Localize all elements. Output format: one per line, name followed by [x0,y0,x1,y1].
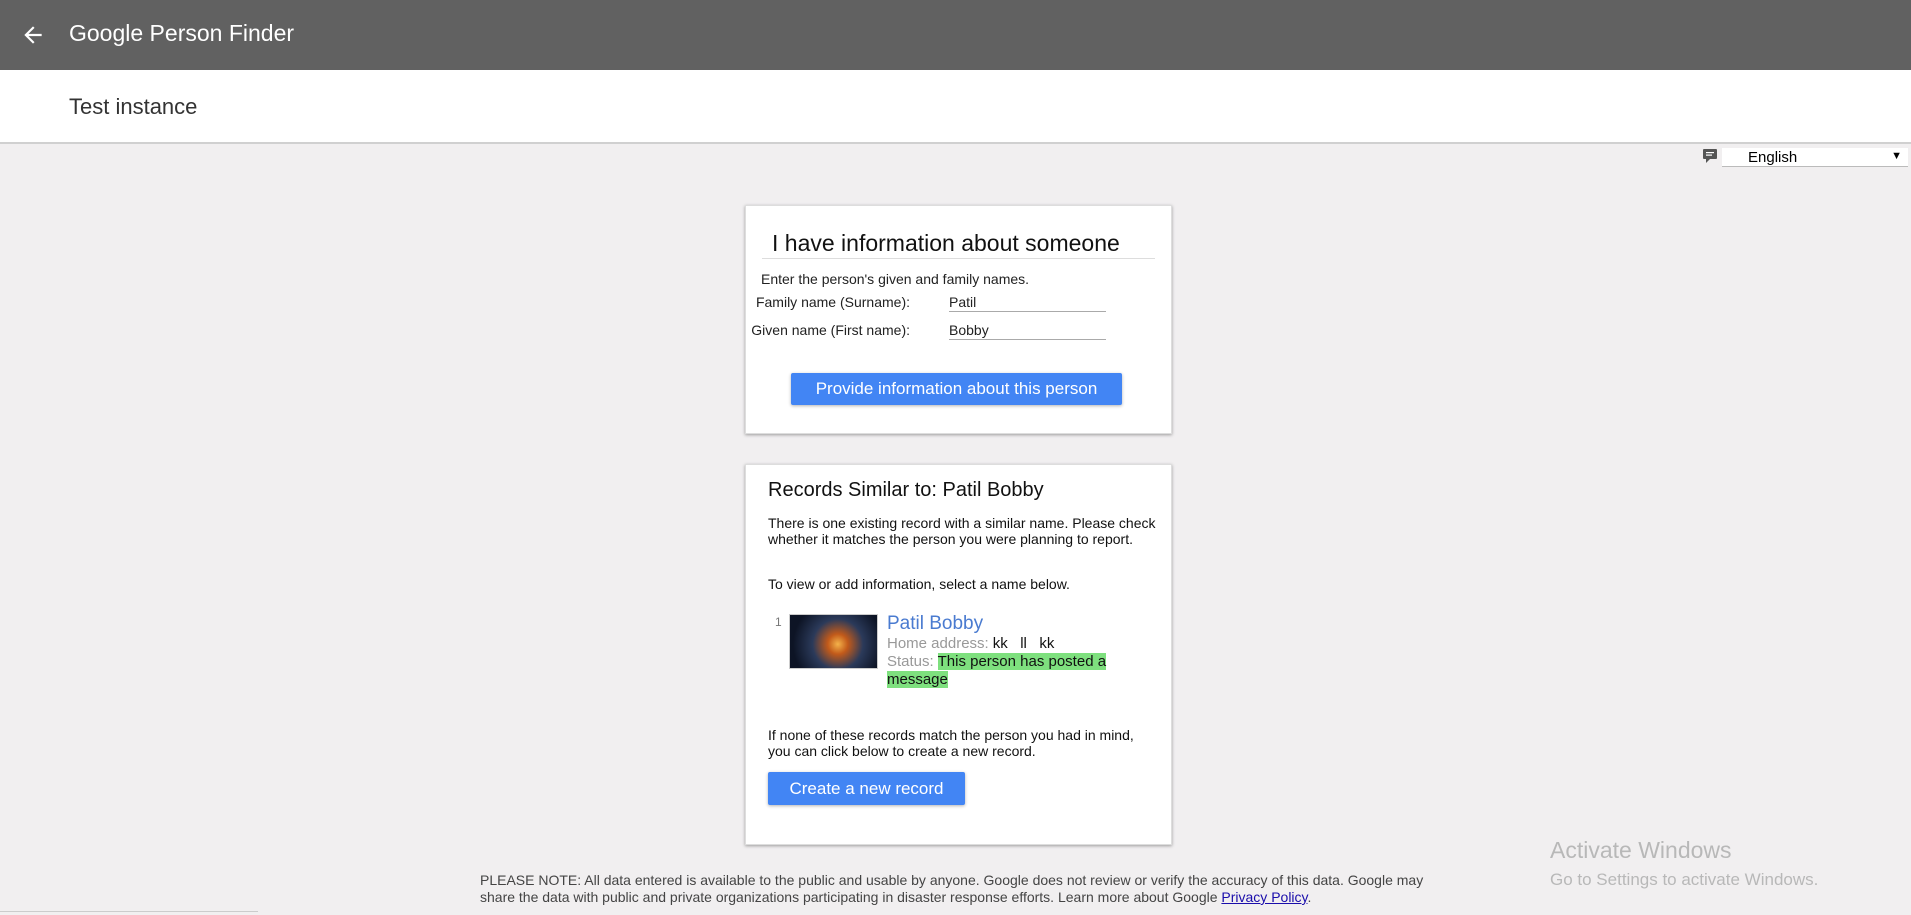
similar-records-instruction: To view or add information, select a nam… [768,576,1070,592]
app-title: Google Person Finder [69,20,295,46]
record-status-label: Status: [887,653,934,670]
provide-information-button[interactable]: Provide information about this person [791,373,1122,405]
record-address: Home address: kk ll kk [887,635,1054,652]
given-name-input[interactable] [949,321,1106,340]
record-photo[interactable] [789,614,878,669]
record-address-value: kk ll kk [992,635,1055,652]
footer-note-end: . [1307,889,1312,905]
language-dropdown[interactable]: English ▼ [1722,148,1908,167]
given-name-label: Given name (First name): [751,322,910,338]
top-app-bar: Google Person Finder [0,0,1911,70]
create-record-explanation: If none of these records match the perso… [768,727,1134,759]
similar-records-explanation: There is one existing record with a simi… [768,515,1156,547]
instance-title: Test instance [69,94,198,119]
activate-windows-title: Activate Windows [1550,837,1732,863]
language-selector[interactable]: English ▼ [1702,148,1911,168]
info-card-intro: Enter the person's given and family name… [761,271,1030,287]
divider [762,258,1155,259]
similar-records-card: Records Similar to: Patil Bobby There is… [745,464,1172,845]
record-name-link[interactable]: Patil Bobby [887,613,983,635]
record-address-label: Home address: [887,635,989,652]
record-index: 1 [775,615,782,629]
similar-records-title: Records Similar to: Patil Bobby [768,479,1044,501]
arrow-left-icon[interactable] [20,22,46,48]
activate-windows-subtitle: Go to Settings to activate Windows. [1550,870,1819,889]
create-new-record-button[interactable]: Create a new record [768,772,965,805]
family-name-label: Family name (Surname): [755,294,910,310]
speech-bubble-icon [1703,149,1717,163]
family-name-input[interactable] [949,293,1106,312]
info-card: I have information about someone Enter t… [745,205,1172,434]
record-status: Status: This person has posted a message [887,653,1117,689]
instance-bar: Test instance [0,70,1911,144]
privacy-policy-link[interactable]: Privacy Policy [1221,889,1307,905]
language-selected-value: English [1748,149,1798,166]
chevron-down-icon: ▼ [1891,150,1902,162]
footer-note: PLEASE NOTE: All data entered is availab… [480,872,1440,906]
info-card-title: I have information about someone [772,230,1120,256]
divider [0,911,258,912]
